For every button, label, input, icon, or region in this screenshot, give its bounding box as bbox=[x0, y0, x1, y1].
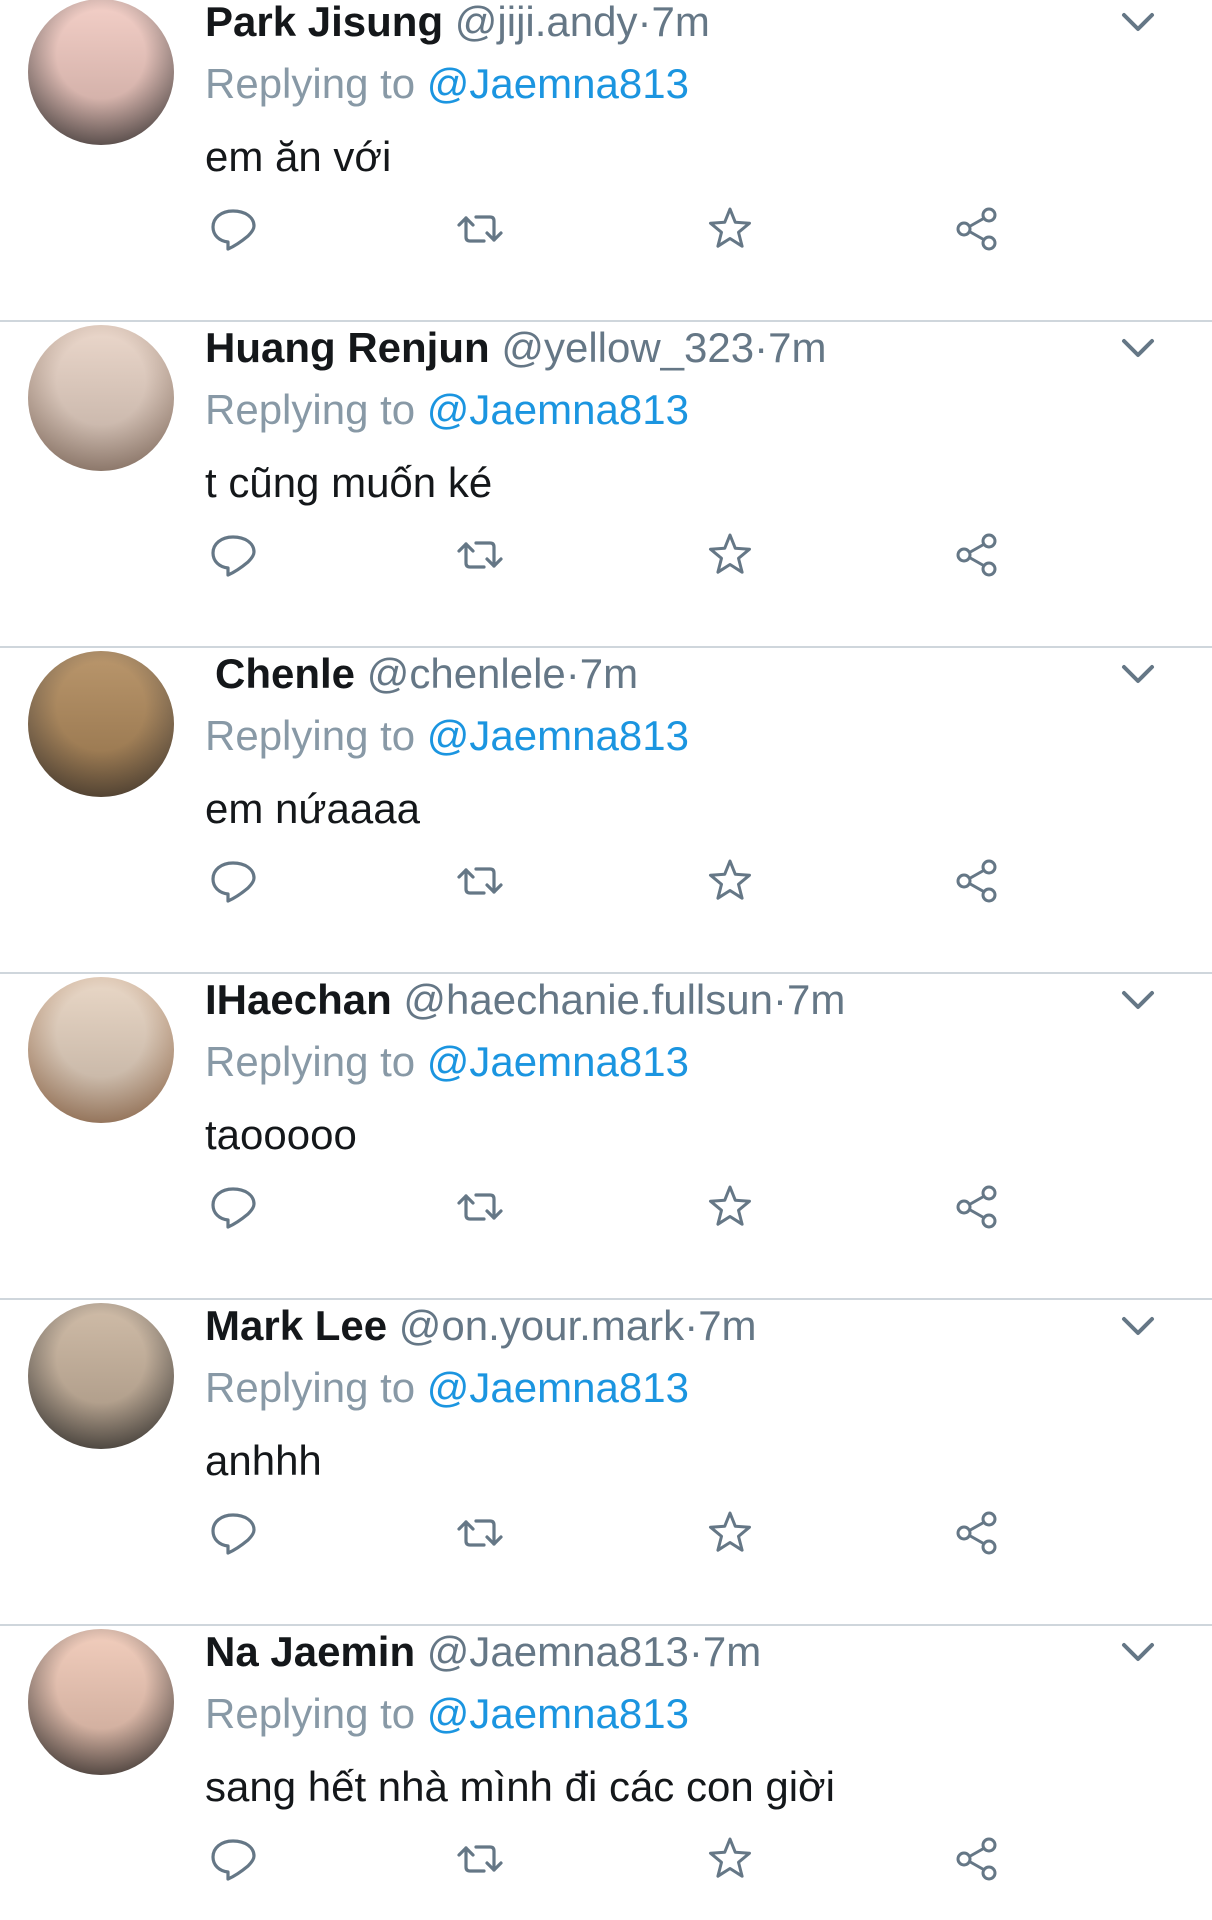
timestamp[interactable]: 7m bbox=[652, 0, 710, 45]
reply-target-link[interactable]: @Jaemna813 bbox=[427, 1038, 689, 1085]
tweet-text: t cũng muốn ké bbox=[205, 459, 493, 506]
reply-icon[interactable] bbox=[208, 1182, 258, 1232]
replying-to: Replying to @Jaemna813 bbox=[205, 58, 689, 110]
handle[interactable]: @chenlele bbox=[367, 650, 566, 697]
share-icon[interactable] bbox=[952, 856, 1002, 906]
retweet-icon[interactable] bbox=[455, 204, 505, 254]
timestamp[interactable]: 7m bbox=[768, 324, 826, 371]
tweet-header: Na Jaemin @Jaemna813·7m bbox=[205, 1626, 761, 1678]
replying-to: Replying to @Jaemna813 bbox=[205, 1362, 689, 1414]
share-icon[interactable] bbox=[952, 204, 1002, 254]
share-icon[interactable] bbox=[952, 530, 1002, 580]
display-name[interactable]: Chenle bbox=[215, 650, 355, 697]
reply-feed: Park Jisung @jiji.andy·7m Replying to @J… bbox=[0, 0, 1212, 1920]
avatar[interactable] bbox=[28, 325, 174, 471]
reply-icon[interactable] bbox=[208, 530, 258, 580]
replying-to: Replying to @Jaemna813 bbox=[205, 384, 689, 436]
replying-to: Replying to @Jaemna813 bbox=[205, 1688, 689, 1740]
reply-target-link[interactable]: @Jaemna813 bbox=[427, 386, 689, 433]
chevron-down-icon[interactable] bbox=[1118, 1634, 1158, 1670]
avatar[interactable] bbox=[28, 1629, 174, 1775]
avatar[interactable] bbox=[28, 0, 174, 145]
tweet-1[interactable]: Park Jisung @jiji.andy·7m Replying to @J… bbox=[0, 0, 1212, 322]
display-name[interactable]: Huang Renjun bbox=[205, 324, 490, 371]
handle[interactable]: @yellow_323 bbox=[501, 324, 754, 371]
avatar[interactable] bbox=[28, 1303, 174, 1449]
like-star-icon[interactable] bbox=[705, 856, 755, 906]
separator-dot: · bbox=[684, 1302, 699, 1349]
timestamp[interactable]: 7m bbox=[787, 976, 845, 1023]
share-icon[interactable] bbox=[952, 1508, 1002, 1558]
tweet-3[interactable]: Chenle @chenlele·7m Replying to @Jaemna8… bbox=[0, 648, 1212, 974]
chevron-down-icon[interactable] bbox=[1118, 982, 1158, 1018]
handle[interactable]: @haechanie.fullsun bbox=[403, 976, 773, 1023]
timestamp[interactable]: 7m bbox=[703, 1628, 761, 1675]
separator-dot: · bbox=[754, 324, 769, 371]
like-star-icon[interactable] bbox=[705, 530, 755, 580]
share-icon[interactable] bbox=[952, 1182, 1002, 1232]
like-star-icon[interactable] bbox=[705, 1182, 755, 1232]
reply-target-link[interactable]: @Jaemna813 bbox=[427, 712, 689, 759]
replying-to: Replying to @Jaemna813 bbox=[205, 710, 689, 762]
timestamp[interactable]: 7m bbox=[580, 650, 638, 697]
handle[interactable]: @jiji.andy bbox=[455, 0, 638, 45]
tweet-header: Mark Lee @on.your.mark·7m bbox=[205, 1300, 757, 1352]
chevron-down-icon[interactable] bbox=[1118, 1308, 1158, 1344]
separator-dot: · bbox=[772, 976, 787, 1023]
reply-prefix: Replying to bbox=[205, 60, 416, 107]
display-name[interactable]: Na Jaemin bbox=[205, 1628, 415, 1675]
display-name[interactable]: Park Jisung bbox=[205, 0, 443, 45]
reply-icon[interactable] bbox=[208, 856, 258, 906]
tweet-header: IHaechan @haechanie.fullsun·7m bbox=[205, 974, 845, 1026]
tweet-6[interactable]: Na Jaemin @Jaemna813·7m Replying to @Jae… bbox=[0, 1626, 1212, 1920]
separator-dot: · bbox=[637, 0, 652, 45]
retweet-icon[interactable] bbox=[455, 856, 505, 906]
reply-icon[interactable] bbox=[208, 204, 258, 254]
display-name[interactable]: Mark Lee bbox=[205, 1302, 387, 1349]
tweet-header: Park Jisung @jiji.andy·7m bbox=[205, 0, 710, 48]
separator-dot: · bbox=[688, 1628, 703, 1675]
retweet-icon[interactable] bbox=[455, 530, 505, 580]
tweet-4[interactable]: IHaechan @haechanie.fullsun·7m Replying … bbox=[0, 974, 1212, 1300]
reply-prefix: Replying to bbox=[205, 1038, 416, 1085]
like-star-icon[interactable] bbox=[705, 1508, 755, 1558]
chevron-down-icon[interactable] bbox=[1118, 4, 1158, 40]
like-star-icon[interactable] bbox=[705, 1834, 755, 1884]
reply-icon[interactable] bbox=[208, 1834, 258, 1884]
share-icon[interactable] bbox=[952, 1834, 1002, 1884]
handle[interactable]: @Jaemna813 bbox=[427, 1628, 689, 1675]
tweet-2[interactable]: Huang Renjun @yellow_323·7m Replying to … bbox=[0, 322, 1212, 648]
retweet-icon[interactable] bbox=[455, 1508, 505, 1558]
tweet-text: anhhh bbox=[205, 1437, 322, 1484]
timestamp[interactable]: 7m bbox=[698, 1302, 756, 1349]
chevron-down-icon[interactable] bbox=[1118, 656, 1158, 692]
tweet-header: Huang Renjun @yellow_323·7m bbox=[205, 322, 826, 374]
retweet-icon[interactable] bbox=[455, 1182, 505, 1232]
retweet-icon[interactable] bbox=[455, 1834, 505, 1884]
reply-target-link[interactable]: @Jaemna813 bbox=[427, 1364, 689, 1411]
reply-icon[interactable] bbox=[208, 1508, 258, 1558]
tweet-5[interactable]: Mark Lee @on.your.mark·7m Replying to @J… bbox=[0, 1300, 1212, 1626]
avatar[interactable] bbox=[28, 651, 174, 797]
like-star-icon[interactable] bbox=[705, 204, 755, 254]
reply-target-link[interactable]: @Jaemna813 bbox=[427, 60, 689, 107]
reply-prefix: Replying to bbox=[205, 1690, 416, 1737]
avatar[interactable] bbox=[28, 977, 174, 1123]
chevron-down-icon[interactable] bbox=[1118, 330, 1158, 366]
reply-prefix: Replying to bbox=[205, 712, 416, 759]
display-name[interactable]: IHaechan bbox=[205, 976, 392, 1023]
separator-dot: · bbox=[565, 650, 580, 697]
replying-to: Replying to @Jaemna813 bbox=[205, 1036, 689, 1088]
tweet-text: taooooo bbox=[205, 1111, 357, 1158]
tweet-text: em ăn với bbox=[205, 133, 392, 180]
tweet-header: Chenle @chenlele·7m bbox=[215, 648, 638, 700]
reply-target-link[interactable]: @Jaemna813 bbox=[427, 1690, 689, 1737]
handle[interactable]: @on.your.mark bbox=[399, 1302, 684, 1349]
reply-prefix: Replying to bbox=[205, 386, 416, 433]
reply-prefix: Replying to bbox=[205, 1364, 416, 1411]
tweet-text: sang hết nhà mình đi các con giời bbox=[205, 1763, 835, 1810]
tweet-text: em nứaaaa bbox=[205, 785, 420, 832]
